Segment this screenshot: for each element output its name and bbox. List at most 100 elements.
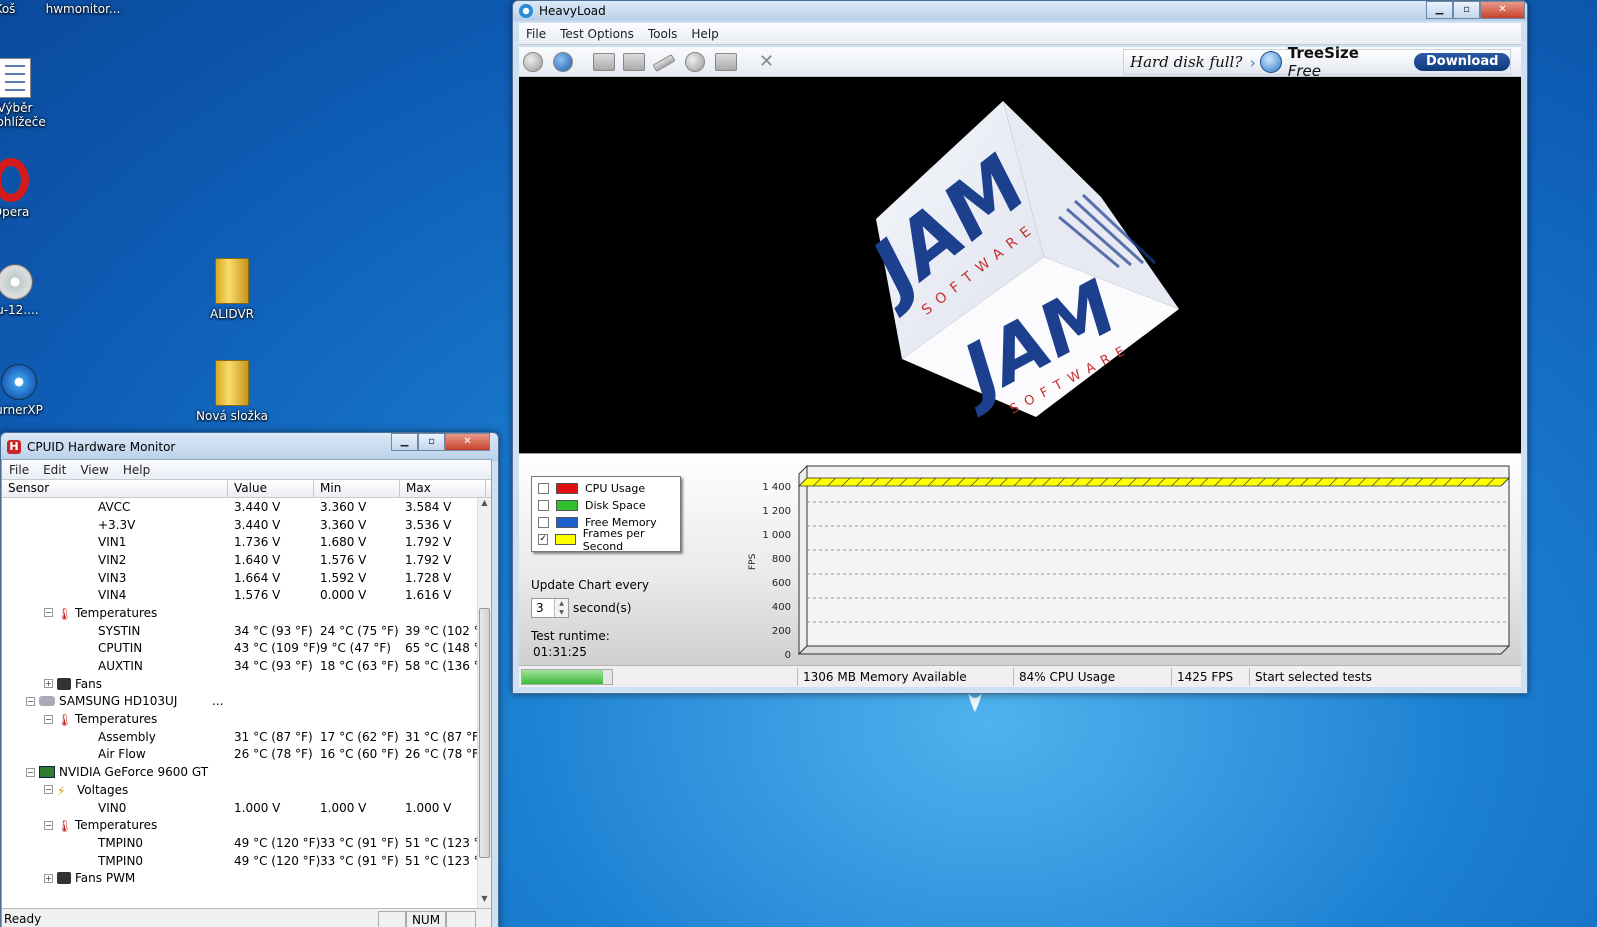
column-min[interactable]: Min: [314, 480, 400, 497]
expand-icon[interactable]: +: [44, 679, 53, 689]
table-row[interactable]: − 🌡 Temperatures: [2, 604, 477, 622]
sensor-min: 1.592 V: [320, 570, 367, 585]
menu-help[interactable]: Help: [116, 463, 157, 477]
table-row[interactable]: SYSTIN 34 °C (93 °F) 24 °C (75 °F) 39 °C (1…: [2, 622, 477, 640]
vertical-scrollbar[interactable]: ▲ ▼: [477, 498, 491, 908]
legend-checkbox[interactable]: [538, 483, 549, 494]
legend-item[interactable]: CPU Usage: [538, 480, 680, 497]
menu-tools[interactable]: Tools: [641, 27, 685, 41]
ad-product-name: TreeSize: [1287, 44, 1359, 62]
table-row[interactable]: Assembly 31 °C (87 °F) 17 °C (62 °F) 31 °C …: [2, 728, 477, 746]
table-row[interactable]: + Fans PWM: [2, 869, 477, 887]
menu-view[interactable]: View: [73, 463, 115, 477]
close-button[interactable]: ✕: [1480, 1, 1525, 19]
collapse-icon[interactable]: −: [26, 767, 35, 777]
desktop-icon-opera[interactable]: Opera: [0, 158, 56, 219]
sensor-tree[interactable]: AVCC 3.440 V 3.360 V 3.584 V +3.3V 3.440 V 3.3…: [2, 498, 477, 888]
table-row[interactable]: VIN2 1.640 V 1.576 V 1.792 V: [2, 551, 477, 569]
maximize-button[interactable]: ▫: [418, 433, 445, 451]
table-row[interactable]: − 🌡 Temperatures: [2, 816, 477, 834]
sensor-name: +3.3V: [98, 517, 136, 532]
collapse-icon[interactable]: −: [44, 820, 53, 830]
desktop-icon-browser-choice[interactable]: Výběr prohlížeče: [0, 58, 60, 129]
start-icon[interactable]: [523, 52, 543, 72]
column-max[interactable]: Max: [400, 480, 486, 497]
table-row[interactable]: +3.3V 3.440 V 3.360 V 3.536 V: [2, 516, 477, 534]
heavyload-window[interactable]: HeavyLoad ▁ ▫ ✕ File Test Options Tools …: [512, 0, 1528, 694]
minimize-button[interactable]: ▁: [391, 433, 418, 451]
table-row[interactable]: − SAMSUNG HD103UJ...: [2, 693, 477, 711]
scroll-down-icon[interactable]: ▼: [478, 894, 491, 908]
sensor-name-cell: − 🌡 Temperatures: [44, 606, 157, 621]
gpu-test-icon[interactable]: [685, 52, 705, 72]
menu-test-options[interactable]: Test Options: [553, 27, 641, 41]
sensor-max: 58 °C (136 °F): [405, 659, 477, 674]
column-value[interactable]: Value: [228, 480, 314, 497]
collapse-icon[interactable]: −: [44, 608, 53, 618]
close-button[interactable]: ✕: [445, 433, 490, 451]
legend-checkbox[interactable]: [538, 517, 549, 528]
download-button[interactable]: Download: [1414, 53, 1510, 71]
menu-edit[interactable]: Edit: [36, 463, 73, 477]
treesize-ad-banner[interactable]: Hard disk full? › TreeSize Free Download: [1123, 44, 1511, 80]
column-sensor[interactable]: Sensor: [2, 480, 228, 497]
desktop-icon-new-folder[interactable]: Nová složka: [187, 360, 277, 423]
menu-file[interactable]: File: [519, 27, 553, 41]
sensor-max: 51 °C (123 °F): [405, 853, 477, 868]
chart-legend: CPU Usage Disk Space Free Memory ✓ Frames pe…: [531, 476, 681, 553]
window-title: CPUID Hardware Monitor: [27, 440, 176, 454]
collapse-icon[interactable]: −: [44, 785, 53, 795]
table-row[interactable]: AUXTIN 34 °C (93 °F) 18 °C (63 °F) 58 °C (1…: [2, 657, 477, 675]
sensor-value: 34 °C (93 °F): [234, 623, 313, 638]
desktop-icon-burnerxp[interactable]: urnerXP: [0, 364, 64, 417]
desktop-icon-label: tu-12....: [0, 303, 39, 317]
desktop-icon-alidvr[interactable]: ALIDVR: [187, 258, 277, 321]
table-row[interactable]: Air Flow 26 °C (78 °F) 16 °C (60 °F) 26 °C …: [2, 746, 477, 764]
scroll-thumb[interactable]: [479, 608, 490, 858]
legend-checkbox[interactable]: [538, 500, 549, 511]
legend-checkbox[interactable]: ✓: [538, 534, 549, 545]
legend-label: Disk Space: [585, 499, 646, 512]
collapse-icon[interactable]: −: [44, 714, 53, 724]
menu-file[interactable]: File: [2, 463, 36, 477]
memory-test-icon[interactable]: [652, 54, 676, 72]
update-interval-spinner[interactable]: 3 ▲ ▼: [531, 598, 569, 618]
table-row[interactable]: − 🌡 Temperatures: [2, 710, 477, 728]
tools-icon[interactable]: ✕: [759, 51, 774, 72]
cpu-test-icon[interactable]: [593, 53, 615, 71]
heavyload-titlebar[interactable]: HeavyLoad ▁ ▫ ✕: [513, 1, 1527, 21]
expand-icon[interactable]: +: [44, 873, 53, 883]
disk-test-icon[interactable]: [623, 53, 645, 71]
legend-item[interactable]: Disk Space: [538, 497, 680, 514]
hwmonitor-titlebar[interactable]: H CPUID Hardware Monitor ▁ ▫ ✕: [1, 433, 498, 461]
sensor-name-cell: AUXTIN: [98, 659, 143, 673]
table-row[interactable]: VIN3 1.664 V 1.592 V 1.728 V: [2, 569, 477, 587]
menu-help[interactable]: Help: [684, 27, 725, 41]
table-row[interactable]: TMPIN0 49 °C (120 °F) 33 °C (91 °F) 51 °C (…: [2, 852, 477, 870]
sensor-name-cell: TMPIN0: [98, 836, 143, 850]
table-row[interactable]: VIN0 1.000 V 1.000 V 1.000 V: [2, 799, 477, 817]
table-row[interactable]: + Fans: [2, 675, 477, 693]
update-interval-value[interactable]: 3: [536, 601, 544, 615]
maximize-button[interactable]: ▫: [1453, 1, 1480, 19]
hwmonitor-window[interactable]: H CPUID Hardware Monitor ▁ ▫ ✕ File Edit…: [0, 432, 499, 927]
table-row[interactable]: − ⚡ Voltages: [2, 781, 477, 799]
desktop-icon-disc-image[interactable]: tu-12....: [0, 264, 60, 317]
table-row[interactable]: TMPIN0 49 °C (120 °F) 33 °C (91 °F) 51 °C (…: [2, 834, 477, 852]
table-row[interactable]: CPUTIN 43 °C (109 °F) 9 °C (47 °F) 65 °C (1…: [2, 640, 477, 658]
desktop-icon-hwmonitor[interactable]: hwmonitor...: [38, 2, 128, 16]
table-row[interactable]: VIN1 1.736 V 1.680 V 1.792 V: [2, 533, 477, 551]
table-row[interactable]: − NVIDIA GeForce 9600 GT: [2, 763, 477, 781]
minimize-button[interactable]: ▁: [1426, 1, 1453, 19]
legend-item[interactable]: ✓ Frames per Second: [538, 527, 680, 553]
voltage-icon: ⚡: [57, 783, 66, 798]
table-row[interactable]: VIN4 1.576 V 0.000 V 1.616 V: [2, 586, 477, 604]
grid-test-icon[interactable]: [715, 53, 737, 71]
spinner-arrows-icon[interactable]: ▲ ▼: [554, 599, 568, 617]
sensor-min: 1.680 V: [320, 535, 367, 550]
collapse-icon[interactable]: −: [26, 696, 35, 706]
scroll-up-icon[interactable]: ▲: [478, 498, 491, 512]
table-row[interactable]: AVCC 3.440 V 3.360 V 3.584 V: [2, 498, 477, 516]
sensor-min: 3.360 V: [320, 517, 367, 532]
stop-icon[interactable]: [553, 52, 573, 72]
